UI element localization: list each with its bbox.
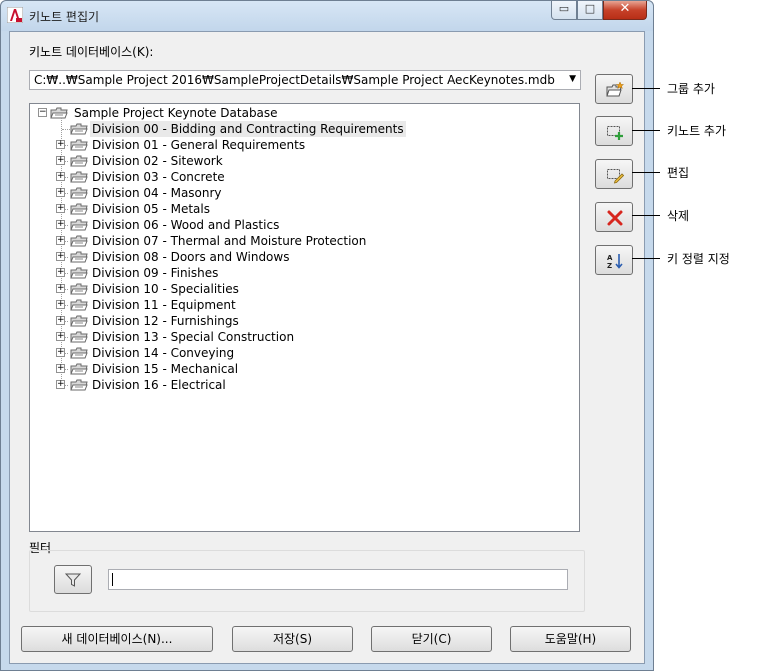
tree-root-node[interactable]: − Sample Project Keynote Database: [30, 105, 570, 121]
close-window-button[interactable]: ✕: [603, 1, 647, 20]
callout-leader-line: [632, 258, 660, 259]
keynote-tree[interactable]: − Sample Project Keynote Database Division…: [29, 103, 580, 532]
minimize-icon: ▭: [558, 2, 570, 15]
expand-icon[interactable]: +: [56, 300, 65, 309]
tree-item[interactable]: + Division 07 - Thermal and Moisture Prot…: [30, 233, 570, 249]
tree-item-label: Division 12 - Furnishings: [92, 314, 239, 328]
edit-button[interactable]: [595, 159, 633, 189]
tree-item-label: Division 04 - Masonry: [92, 186, 222, 200]
add-group-button[interactable]: [595, 74, 633, 104]
tree-item-label: Division 14 - Conveying: [92, 346, 235, 360]
minimize-button[interactable]: ▭: [551, 1, 577, 20]
callout-leader-line: [632, 88, 660, 89]
tree-item[interactable]: + Division 16 - Electrical: [30, 377, 570, 393]
callout-label: 삭제: [667, 209, 690, 223]
dropdown-arrow-icon[interactable]: ▼: [569, 74, 576, 84]
expand-icon[interactable]: +: [56, 380, 65, 389]
filter-input[interactable]: [108, 569, 568, 590]
tree-item-label: Division 07 - Thermal and Moisture Prote…: [92, 234, 367, 248]
callout-leader-line: [632, 130, 660, 131]
sort-key-button[interactable]: AZ: [595, 245, 633, 275]
tree-item[interactable]: + Division 14 - Conveying: [30, 345, 570, 361]
tree-item[interactable]: + Division 13 - Special Construction: [30, 329, 570, 345]
tree-item[interactable]: + Division 08 - Doors and Windows: [30, 249, 570, 265]
help-button[interactable]: 도움말(H): [510, 626, 631, 652]
tree-item-label: Division 01 - General Requirements: [92, 138, 306, 152]
callout-label: 그룹 추가: [667, 82, 715, 96]
tree-item-label: Division 10 - Specialities: [92, 282, 239, 296]
tree-item[interactable]: + Division 12 - Furnishings: [30, 313, 570, 329]
tree-item[interactable]: + Division 01 - General Requirements: [30, 137, 570, 153]
tree-item[interactable]: + Division 11 - Equipment: [30, 297, 570, 313]
expand-icon[interactable]: +: [56, 316, 65, 325]
callout-label: 키노트 추가: [667, 124, 727, 138]
expand-icon[interactable]: +: [56, 348, 65, 357]
add-keynote-button[interactable]: [595, 116, 633, 146]
expand-icon[interactable]: +: [56, 284, 65, 293]
tree-item[interactable]: + Division 04 - Masonry: [30, 185, 570, 201]
expand-icon[interactable]: +: [56, 268, 65, 277]
tree-item-label: Division 06 - Wood and Plastics: [92, 218, 280, 232]
callout-leader-line: [632, 172, 660, 173]
expand-icon[interactable]: +: [56, 252, 65, 261]
close-button[interactable]: 닫기(C): [371, 626, 492, 652]
tree-item[interactable]: + Division 03 - Concrete: [30, 169, 570, 185]
keynote-editor-window: 키노트 편집기 ▭ □ ✕ 키노트 데이터베이스(K): C:₩..₩Sampl…: [0, 0, 654, 671]
filter-icon: [65, 573, 81, 587]
tree-item[interactable]: + Division 10 - Specialities: [30, 281, 570, 297]
tree-item-label: Division 08 - Doors and Windows: [92, 250, 290, 264]
expand-icon[interactable]: +: [56, 332, 65, 341]
expand-icon[interactable]: +: [56, 156, 65, 165]
expand-icon[interactable]: +: [56, 172, 65, 181]
caption-buttons: ▭ □ ✕: [551, 1, 647, 21]
expand-icon[interactable]: +: [56, 140, 65, 149]
tree-item-label: Division 02 - Sitework: [92, 154, 223, 168]
filter-button[interactable]: [54, 565, 92, 594]
callout-leader-line: [632, 215, 660, 216]
database-label: 키노트 데이터베이스(K):: [29, 45, 154, 59]
tree-item-label: Division 15 - Mechanical: [92, 362, 239, 376]
svg-text:Z: Z: [607, 262, 612, 270]
tree-item[interactable]: + Division 02 - Sitework: [30, 153, 570, 169]
database-path-value: C:₩..₩Sample Project 2016₩SampleProjectD…: [34, 73, 555, 87]
autocad-app-icon: [7, 7, 23, 23]
tree-item-label: Division 05 - Metals: [92, 202, 210, 216]
tree-item[interactable]: + Division 09 - Finishes: [30, 265, 570, 281]
collapse-icon[interactable]: −: [38, 108, 47, 117]
save-button[interactable]: 저장(S): [232, 626, 353, 652]
callout-label: 편집: [667, 166, 690, 180]
close-icon: ✕: [619, 1, 631, 16]
text-caret: [112, 573, 113, 586]
tree-item-label: Division 03 - Concrete: [92, 170, 225, 184]
tree-root-label: Sample Project Keynote Database: [74, 106, 278, 120]
tree-item-label: Division 13 - Special Construction: [92, 330, 295, 344]
maximize-button[interactable]: □: [577, 1, 603, 20]
expand-icon[interactable]: +: [56, 220, 65, 229]
expand-icon[interactable]: +: [56, 204, 65, 213]
tree-item-label: Division 00 - Bidding and Contracting Re…: [90, 121, 406, 137]
expand-icon[interactable]: +: [56, 236, 65, 245]
tree-item[interactable]: + Division 06 - Wood and Plastics: [30, 217, 570, 233]
dialog-client-area: 키노트 데이터베이스(K): C:₩..₩Sample Project 2016…: [9, 31, 645, 664]
tree-item-label: Division 11 - Equipment: [92, 298, 236, 312]
maximize-icon: □: [584, 2, 596, 15]
new-database-button[interactable]: 새 데이터베이스(N)...: [21, 626, 213, 652]
expand-icon[interactable]: +: [56, 364, 65, 373]
tree-item[interactable]: + Division 05 - Metals: [30, 201, 570, 217]
title-bar[interactable]: 키노트 편집기 ▭ □ ✕: [1, 1, 653, 31]
tree-item-label: Division 16 - Electrical: [92, 378, 226, 392]
tree-item[interactable]: + Division 15 - Mechanical: [30, 361, 570, 377]
expand-icon[interactable]: +: [56, 188, 65, 197]
window-title: 키노트 편집기: [29, 10, 100, 24]
svg-text:A: A: [607, 254, 613, 262]
callout-label: 키 정렬 지정: [667, 252, 730, 266]
delete-button[interactable]: [595, 202, 633, 232]
tree-item-label: Division 09 - Finishes: [92, 266, 219, 280]
tree-item[interactable]: Division 00 - Bidding and Contracting Re…: [30, 121, 570, 137]
database-path-dropdown[interactable]: C:₩..₩Sample Project 2016₩SampleProjectD…: [29, 70, 581, 90]
